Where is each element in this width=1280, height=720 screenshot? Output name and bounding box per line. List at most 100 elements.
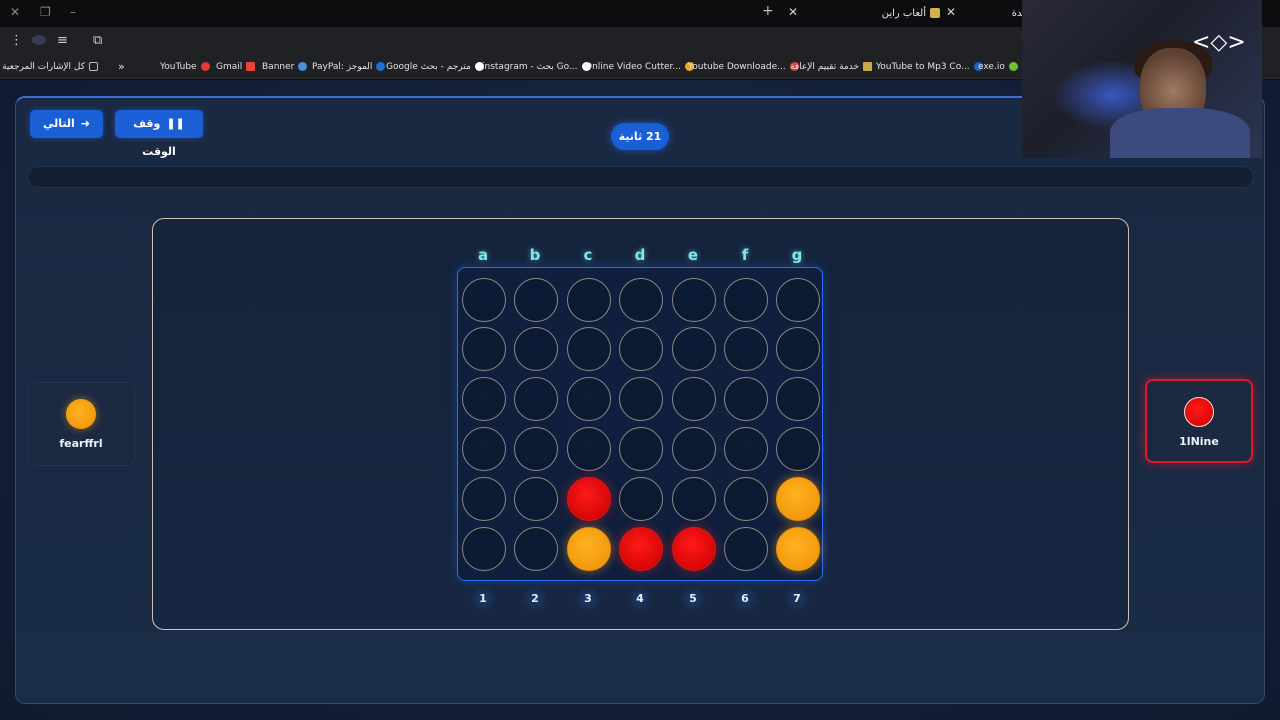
bookmark-label: instagram - بحث Go...	[482, 62, 578, 72]
bookmark-gmail[interactable]: Gmail	[216, 60, 256, 74]
column-number-5[interactable]: 5	[680, 586, 706, 612]
bookmark-disability[interactable]: خدمة تقييم الإعاقة	[790, 60, 873, 74]
column-number-1[interactable]: 1	[470, 586, 496, 612]
board-cell-empty[interactable]	[724, 527, 768, 571]
bookmark-youtube[interactable]: YouTube	[160, 60, 210, 74]
board-cell-empty[interactable]	[619, 477, 663, 521]
tab-active[interactable]: ألعاب راين	[860, 3, 940, 25]
board-cell-empty[interactable]	[462, 377, 506, 421]
board-disc-yellow[interactable]	[776, 527, 820, 571]
board-disc-red[interactable]	[672, 527, 716, 571]
board-cell-empty[interactable]	[619, 278, 663, 322]
board-cell-empty[interactable]	[514, 527, 558, 571]
bookmark-label: Banner	[262, 62, 295, 72]
board-cell-empty[interactable]	[514, 278, 558, 322]
board-cell-empty[interactable]	[462, 477, 506, 521]
tab-close-icon[interactable]: ✕	[788, 5, 798, 19]
board-cell-empty[interactable]	[567, 427, 611, 471]
exe-icon	[1008, 62, 1018, 71]
board-cell-empty[interactable]	[567, 278, 611, 322]
board-cell-empty[interactable]	[672, 427, 716, 471]
column-number-6[interactable]: 6	[732, 586, 758, 612]
bookmark-yt-mp3[interactable]: YouTube to Mp3 Co...	[876, 60, 983, 74]
board-cell-empty[interactable]	[619, 427, 663, 471]
bookmark-label: PayPal: الموجز	[312, 62, 373, 72]
column-letter-e: e	[687, 246, 699, 264]
column-letter-f: f	[741, 246, 749, 264]
board-cell-empty[interactable]	[462, 327, 506, 371]
bookmark-paypal[interactable]: PayPal: الموجز	[312, 60, 386, 74]
player-disc-yellow	[66, 399, 96, 429]
bookmark-yt-downloader[interactable]: Youtube Downloade...	[688, 60, 799, 74]
board-cell-empty[interactable]	[724, 278, 768, 322]
board-cell-empty[interactable]	[514, 327, 558, 371]
palm-icon	[863, 62, 873, 71]
board-cell-empty[interactable]	[776, 427, 820, 471]
column-number-3[interactable]: 3	[575, 586, 601, 612]
board-cell-empty[interactable]	[567, 327, 611, 371]
board-cell-empty[interactable]	[514, 427, 558, 471]
board-cell-empty[interactable]	[776, 377, 820, 421]
player-disc-red	[1184, 397, 1214, 427]
paypal-icon	[376, 62, 386, 71]
board-cell-empty[interactable]	[724, 477, 768, 521]
minimize-window-icon[interactable]: –	[70, 5, 76, 19]
board-disc-yellow[interactable]	[567, 527, 611, 571]
banner-icon	[298, 62, 308, 71]
new-tab-button[interactable]: +	[762, 3, 774, 19]
column-number-7[interactable]: 7	[784, 586, 810, 612]
bookmark-exe[interactable]: exe.io	[978, 60, 1018, 74]
board-cell-empty[interactable]	[619, 327, 663, 371]
column-number-4[interactable]: 4	[627, 586, 653, 612]
bookmark-video-cutter[interactable]: Online Video Cutter...	[585, 60, 695, 74]
profile-icon[interactable]	[32, 35, 46, 45]
board-cell-empty[interactable]	[672, 377, 716, 421]
board-cell-empty[interactable]	[672, 327, 716, 371]
maximize-window-icon[interactable]: ❐	[40, 5, 51, 19]
bookmark-translate[interactable]: Google مترجم - بحث	[386, 60, 484, 74]
board-cell-empty[interactable]	[462, 278, 506, 322]
timer-progress-bar	[27, 166, 1254, 188]
extensions-icon[interactable]: ⧉	[93, 33, 102, 48]
board-cell-empty[interactable]	[724, 377, 768, 421]
address-bar[interactable]	[115, 31, 1020, 51]
board-cell-empty[interactable]	[514, 477, 558, 521]
board-cell-empty[interactable]	[462, 527, 506, 571]
player-card-left: fearffrl	[27, 382, 135, 466]
board-cell-empty[interactable]	[462, 427, 506, 471]
game-board[interactable]	[457, 267, 823, 581]
board-cell-empty[interactable]	[776, 327, 820, 371]
bookmark-label: خدمة تقييم الإعاقة	[790, 62, 860, 72]
countdown-timer: 21 ثانية	[611, 123, 669, 150]
column-number-2[interactable]: 2	[522, 586, 548, 612]
more-bookmarks-icon[interactable]: »	[118, 60, 125, 74]
youtube-icon	[200, 62, 210, 71]
board-cell-empty[interactable]	[724, 427, 768, 471]
bookmark-banner[interactable]: Banner	[262, 60, 308, 74]
webcam-overlay: <◇>	[1022, 0, 1262, 158]
close-window-icon[interactable]: ✕	[10, 5, 20, 19]
menu-dots-icon[interactable]: ⋮	[10, 33, 23, 48]
board-cell-empty[interactable]	[672, 278, 716, 322]
tab-favicon-icon	[930, 8, 940, 18]
tab-title: ألعاب راين	[881, 8, 926, 19]
board-cell-empty[interactable]	[514, 377, 558, 421]
board-cell-empty[interactable]	[724, 327, 768, 371]
board-disc-yellow[interactable]	[776, 477, 820, 521]
pause-timer-button[interactable]: ❚❚وقف الوقت	[115, 110, 203, 158]
gmail-icon	[246, 62, 256, 71]
bookmark-label: YouTube to Mp3 Co...	[876, 62, 970, 72]
arrow-right-icon: ➜	[80, 117, 90, 130]
board-disc-red[interactable]	[619, 527, 663, 571]
board-cell-empty[interactable]	[776, 278, 820, 322]
game-page: ➜ التالي ❚❚وقف الوقت 21 ثانية fearffrl 1l…	[0, 80, 1280, 720]
playlist-icon[interactable]: ≡	[57, 33, 68, 48]
bookmark-instagram[interactable]: instagram - بحث Go...	[482, 60, 591, 74]
board-cell-empty[interactable]	[619, 377, 663, 421]
tab-close-icon[interactable]: ✕	[946, 5, 956, 19]
bookmark-all[interactable]: كل الإشارات المرجعية	[2, 60, 98, 74]
board-cell-empty[interactable]	[672, 477, 716, 521]
next-button[interactable]: ➜ التالي	[30, 110, 103, 138]
board-cell-empty[interactable]	[567, 377, 611, 421]
board-disc-red[interactable]	[567, 477, 611, 521]
